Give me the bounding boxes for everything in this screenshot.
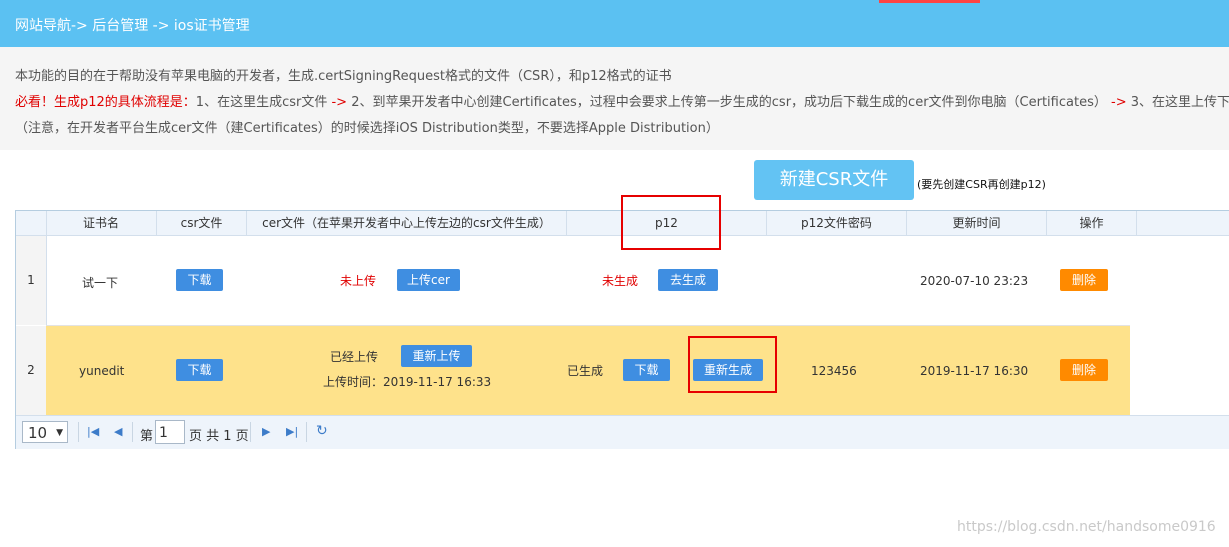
table-row[interactable]: 试一下 下载 未上传 上传cer 未生成 去生成 2020-07-10 23:2… (46, 236, 1130, 326)
header-actions[interactable]: 操作 (1047, 211, 1137, 235)
intro-step-3: 3、在这里上传下载 (1130, 95, 1229, 110)
chevron-down-icon: ▼ (56, 428, 63, 438)
intro-line-2: 必看！生成p12的具体流程是：1、在这里生成csr文件 -> 2、到苹果开发者中… (15, 91, 1229, 110)
prev-page-icon[interactable]: ◀ (114, 425, 122, 438)
pager-divider (306, 422, 307, 442)
reupload-cer-button[interactable]: 重新上传 (401, 345, 472, 367)
cert-name: yunedit (79, 364, 125, 378)
top-bar: 网站导航-> 后台管理 -> ios证书管理 (0, 0, 1229, 47)
refresh-icon[interactable]: ↻ (316, 423, 328, 439)
cert-name: 试一下 (82, 276, 119, 290)
page-total: 页 共 1 页 (189, 429, 249, 444)
intro-line-1: 本功能的目的在于帮助没有苹果电脑的开发者，生成.certSigningReque… (15, 69, 672, 84)
intro-step-1: 1、在这里生成csr文件 (195, 95, 328, 110)
header-csr[interactable]: csr文件 (157, 211, 247, 235)
delete-button[interactable]: 删除 (1060, 359, 1108, 381)
update-time: 2020-07-10 23:23 (920, 274, 1029, 288)
delete-button[interactable]: 删除 (1060, 269, 1108, 291)
row-number: 2 (16, 326, 47, 415)
csr-download-button[interactable]: 下载 (176, 359, 223, 381)
cer-status: 已经上传 (330, 350, 379, 364)
update-time: 2019-11-17 16:30 (920, 364, 1029, 378)
next-page-icon[interactable]: ▶ (262, 425, 270, 438)
first-page-icon[interactable]: |◀ (87, 425, 99, 438)
generate-p12-button[interactable]: 去生成 (658, 269, 718, 291)
page-label: 第 (140, 429, 154, 444)
intro-panel: 本功能的目的在于帮助没有苹果电脑的开发者，生成.certSigningReque… (0, 47, 1229, 150)
annotation-box-regenerate (688, 336, 777, 393)
page-number-input[interactable]: 1 (155, 420, 185, 444)
cer-status: 未上传 (340, 274, 377, 288)
p12-password: 123456 (811, 364, 857, 378)
header-password[interactable]: p12文件密码 (767, 211, 907, 235)
header-updated[interactable]: 更新时间 (907, 211, 1047, 235)
watermark: https://blog.csdn.net/handsome0916 (957, 519, 1216, 535)
page-size-value: 10 (28, 424, 48, 442)
csr-download-button[interactable]: 下载 (176, 269, 223, 291)
p12-download-button[interactable]: 下载 (623, 359, 670, 381)
pager-divider (78, 422, 79, 442)
csr-note: (要先创建CSR再创建p12) (917, 178, 1046, 191)
p12-status: 已生成 (567, 364, 604, 378)
top-accent-line (879, 0, 980, 3)
pagination-bar: 10 ▼ |◀ ◀ 第 1 页 共 1 页 ▶ ▶| ↻ (16, 415, 1229, 449)
intro-steps-title: 必看！生成p12的具体流程是： (15, 95, 196, 110)
cer-upload-time: 上传时间：2019-11-17 16:33 (323, 375, 492, 389)
new-csr-button[interactable]: 新建CSR文件 (754, 160, 914, 200)
table-row-selected[interactable]: yunedit 下载 已经上传 重新上传 上传时间：2019-11-17 16:… (46, 326, 1130, 416)
arrow-2: -> (1111, 95, 1127, 110)
annotation-box-p12-header (621, 195, 721, 250)
last-page-icon[interactable]: ▶| (286, 425, 298, 438)
arrow-1: -> (331, 95, 348, 110)
p12-status: 未生成 (602, 274, 639, 288)
pager-divider (250, 422, 251, 442)
page-size-select[interactable]: 10 ▼ (22, 421, 68, 443)
header-rownum (16, 211, 47, 235)
breadcrumb: 网站导航-> 后台管理 -> ios证书管理 (15, 18, 250, 34)
pager-divider (132, 422, 133, 442)
header-cer[interactable]: cer文件（在苹果开发者中心上传左边的csr文件生成） (247, 211, 567, 235)
intro-step-2: 2、到苹果开发者中心创建Certificates，过程中会要求上传第一步生成的c… (351, 95, 1107, 110)
header-name[interactable]: 证书名 (46, 211, 157, 235)
upload-cer-button[interactable]: 上传cer (397, 269, 460, 291)
intro-line-3: （注意，在开发者平台生成cer文件（建Certificates）的时候选择iOS… (15, 121, 719, 136)
row-number: 1 (16, 236, 47, 325)
